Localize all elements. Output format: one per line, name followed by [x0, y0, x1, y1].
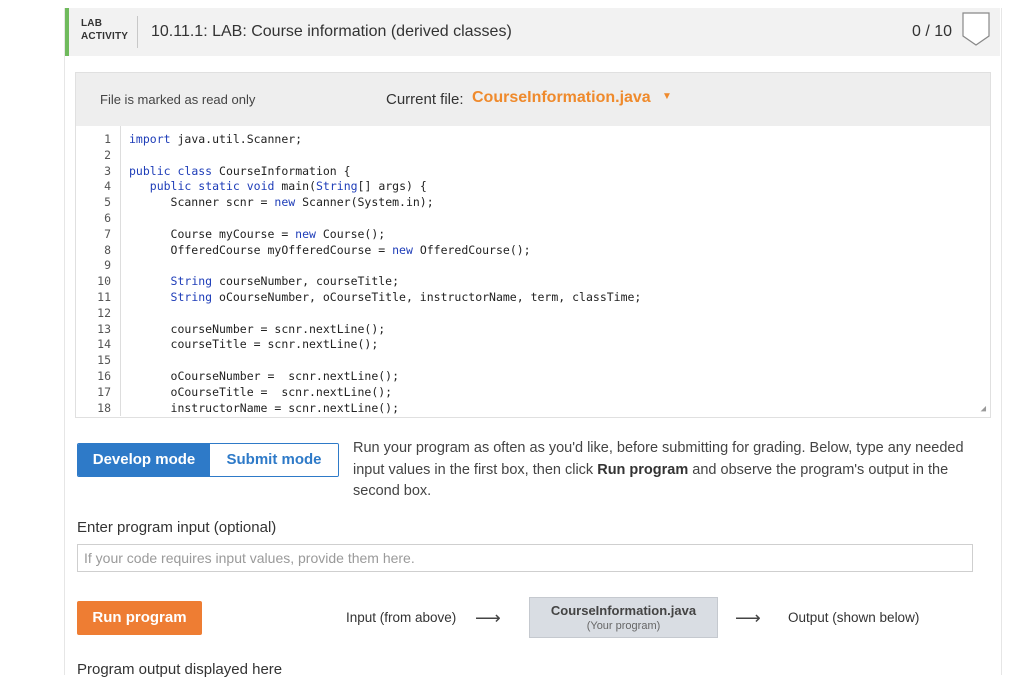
line-number: 1	[104, 132, 111, 146]
program-subtitle: (Your program)	[586, 620, 661, 632]
code-editor: File is marked as read only Current file…	[75, 72, 991, 418]
resize-handle-icon[interactable]: ◢	[981, 404, 986, 414]
code-line[interactable]: courseNumber = scnr.nextLine();	[129, 322, 641, 338]
flow-input-label: Input (from above)	[346, 610, 457, 625]
line-number: 12	[97, 305, 111, 320]
line-number: 3	[104, 163, 111, 178]
current-file-label: Current file:	[386, 91, 464, 108]
editor-toolbar: File is marked as read only Current file…	[76, 73, 990, 126]
arrow-right-icon: ⟶	[735, 608, 761, 628]
program-input-field[interactable]	[77, 544, 973, 572]
line-number: 10	[97, 274, 111, 289]
code-line[interactable]: instructorName = scnr.nextLine();	[129, 401, 641, 416]
lab-title: 10.11.1: LAB: Course information (derive…	[151, 23, 512, 40]
code-line[interactable]: String courseNumber, courseTitle;	[129, 274, 641, 290]
readonly-notice: File is marked as read only	[100, 92, 256, 107]
line-number: 4	[104, 179, 111, 194]
code-line[interactable]: public class CourseInformation {	[129, 164, 641, 180]
code-line[interactable]	[129, 353, 641, 369]
code-line[interactable]	[129, 211, 641, 227]
line-number: 14	[97, 337, 111, 352]
code-line[interactable]: import java.util.Scanner;	[129, 132, 641, 148]
code-line[interactable]: public static void main(String[] args) {	[129, 179, 641, 195]
mode-toggle: Develop mode Submit mode	[77, 443, 339, 477]
line-number: 17	[97, 384, 111, 399]
code-line[interactable]	[129, 148, 641, 164]
line-number: 11	[97, 289, 111, 304]
flow-output-label: Output (shown below)	[788, 610, 920, 625]
line-number: 18	[97, 400, 111, 415]
line-number: 15	[97, 353, 111, 368]
run-instructions: Run your program as often as you'd like,…	[353, 440, 964, 499]
code-area[interactable]: 1 2 3 4 5 6 7 8 9 10 11 12 13 14 15 16 17 18 import java.…	[76, 126, 990, 416]
submit-mode-button[interactable]: Submit mode	[210, 444, 338, 476]
lab-header: LAB ACTIVITY 10.11.1: LAB: Course inform…	[65, 8, 1000, 56]
score-text: 0 / 10	[911, 23, 952, 40]
lab-activity-label: LAB ACTIVITY	[81, 18, 129, 42]
line-number-gutter: 1 2 3 4 5 6 7 8 9 10 11 12 13 14 15 16 17 18	[76, 132, 121, 416]
code-line[interactable]: OfferedCourse myOfferedCourse = new Offe…	[129, 243, 641, 259]
score-badge-icon	[962, 12, 990, 46]
line-number: 8	[104, 242, 111, 257]
arrow-right-icon: ⟶	[475, 608, 501, 628]
header-divider	[137, 16, 138, 48]
code-lines[interactable]: import java.util.Scanner; public class C…	[129, 132, 641, 416]
program-output-label: Program output displayed here	[77, 661, 283, 678]
code-line[interactable]	[129, 258, 641, 274]
current-file-dropdown[interactable]: CourseInformation.java	[472, 89, 651, 107]
code-line[interactable]: oCourseNumber = scnr.nextLine();	[129, 369, 641, 385]
program-box: CourseInformation.java (Your program)	[529, 597, 718, 638]
program-input-label: Enter program input (optional)	[77, 519, 277, 536]
line-number: 5	[104, 195, 111, 210]
run-program-button[interactable]: Run program	[77, 601, 202, 635]
code-line[interactable]: oCourseTitle = scnr.nextLine();	[129, 385, 641, 401]
line-number: 2	[104, 147, 111, 162]
lab-panel: LAB ACTIVITY 10.11.1: LAB: Course inform…	[64, 8, 1002, 678]
develop-mode-button[interactable]: Develop mode	[78, 444, 210, 476]
caret-down-icon[interactable]: ▼	[662, 91, 672, 102]
code-line[interactable]	[129, 306, 641, 322]
code-line[interactable]: Scanner scnr = new Scanner(System.in);	[129, 195, 641, 211]
code-line[interactable]: String oCourseNumber, oCourseTitle, inst…	[129, 290, 642, 306]
code-line[interactable]: courseTitle = scnr.nextLine();	[129, 337, 641, 353]
line-number: 6	[104, 210, 111, 225]
program-file-name: CourseInformation.java	[550, 603, 697, 618]
code-line[interactable]: Course myCourse = new Course();	[129, 227, 641, 243]
line-number: 9	[104, 258, 111, 273]
line-number: 13	[97, 321, 111, 336]
line-number: 7	[104, 226, 111, 241]
line-number: 16	[97, 368, 111, 383]
